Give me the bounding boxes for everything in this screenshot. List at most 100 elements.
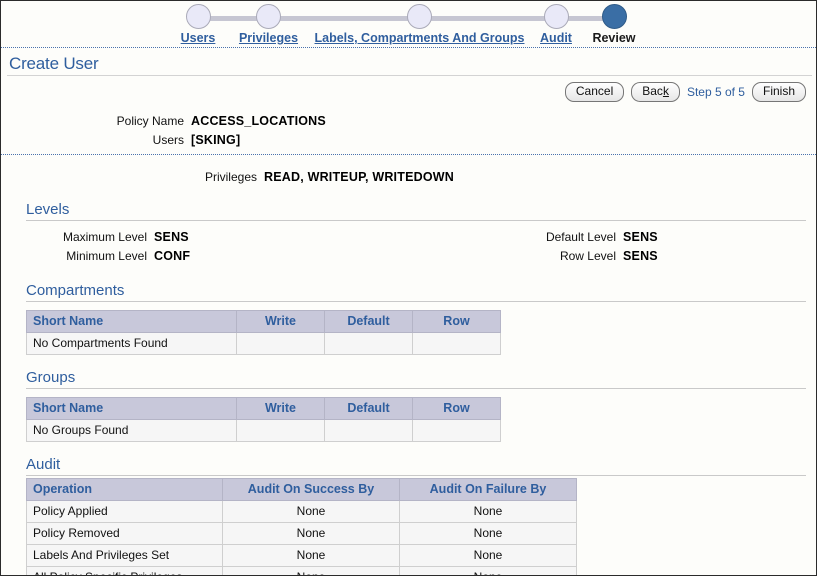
row-level-row: Row Level SENS [411, 247, 658, 266]
compartments-section: Compartments Short Name Write Default Ro… [1, 282, 816, 355]
column-header-operation[interactable]: Operation [27, 479, 223, 501]
table-row: All Policy Specific Privileges None None [27, 567, 577, 576]
table-row: Policy Applied None None [27, 501, 577, 523]
wizard-step-audit[interactable]: Audit [532, 1, 580, 45]
policy-summary: Policy Name ACCESS_LOCATIONS Users [SKIN… [1, 102, 816, 154]
cell-success: None [223, 501, 400, 523]
cell-row [413, 420, 501, 442]
step-circle-audit [544, 4, 569, 29]
wizard-step-train: Users Privileges Labels, Compartments An… [1, 1, 816, 47]
levels-section: Levels Maximum Level SENS Minimum Level … [1, 201, 816, 268]
column-header-default[interactable]: Default [325, 311, 413, 333]
maximum-level-label: Maximum Level [1, 228, 154, 247]
column-header-short-name[interactable]: Short Name [27, 311, 237, 333]
back-button-accesskey: k [663, 84, 669, 98]
cell-success: None [223, 523, 400, 545]
default-level-label: Default Level [411, 228, 623, 247]
step-label-labels-compartments-and-groups[interactable]: Labels, Compartments And Groups [312, 31, 527, 45]
cancel-button[interactable]: Cancel [565, 82, 624, 102]
groups-heading: Groups [1, 369, 816, 387]
step-label-review: Review [589, 31, 639, 45]
row-level-value: SENS [623, 247, 658, 266]
table-header-row: Short Name Write Default Row [27, 311, 501, 333]
policy-name-label: Policy Name [1, 112, 191, 131]
groups-section: Groups Short Name Write Default Row No G… [1, 369, 816, 442]
maximum-level-value: SENS [154, 228, 189, 247]
compartments-heading: Compartments [1, 282, 816, 300]
step-circle-labels-compartments-and-groups [407, 4, 432, 29]
cell-failure: None [400, 567, 577, 576]
levels-column-right: Default Level SENS Row Level SENS [411, 228, 658, 266]
users-value: [SKING] [191, 131, 240, 150]
step-circle-privileges [256, 4, 281, 29]
privileges-row: Privileges READ, WRITEUP, WRITEDOWN [1, 168, 816, 187]
default-level-row: Default Level SENS [411, 228, 658, 247]
users-label: Users [1, 131, 191, 150]
levels-heading: Levels [1, 201, 816, 219]
cell-failure: None [400, 545, 577, 567]
table-row: Policy Removed None None [27, 523, 577, 545]
wizard-step-users[interactable]: Users [177, 1, 219, 45]
cell-short-name: No Groups Found [27, 420, 237, 442]
column-header-write[interactable]: Write [237, 398, 325, 420]
wizard-button-bar: Cancel Back Step 5 of 5 Finish [1, 76, 816, 102]
table-row: No Compartments Found [27, 333, 501, 355]
column-header-row[interactable]: Row [413, 398, 501, 420]
privileges-value: READ, WRITEUP, WRITEDOWN [264, 168, 454, 187]
cell-write [237, 333, 325, 355]
levels-grid: Maximum Level SENS Minimum Level CONF De… [1, 221, 816, 268]
table-row: No Groups Found [27, 420, 501, 442]
groups-table: Short Name Write Default Row No Groups F… [26, 397, 501, 442]
policy-name-row: Policy Name ACCESS_LOCATIONS [1, 112, 816, 131]
cell-default [325, 333, 413, 355]
cell-row [413, 333, 501, 355]
step-circle-review [602, 4, 627, 29]
back-button[interactable]: Back [631, 82, 680, 102]
default-level-value: SENS [623, 228, 658, 247]
wizard-step-privileges[interactable]: Privileges [231, 1, 306, 45]
minimum-level-row: Minimum Level CONF [1, 247, 411, 266]
cell-success: None [223, 545, 400, 567]
privileges-label: Privileges [1, 168, 264, 187]
divider-middle [1, 154, 816, 155]
cell-operation: Policy Removed [27, 523, 223, 545]
row-level-label: Row Level [411, 247, 623, 266]
back-button-label: Bac [642, 84, 663, 98]
column-header-short-name[interactable]: Short Name [27, 398, 237, 420]
cell-success: None [223, 567, 400, 576]
wizard-step-labels-compartments-and-groups[interactable]: Labels, Compartments And Groups [312, 1, 527, 45]
column-header-audit-on-success-by[interactable]: Audit On Success By [223, 479, 400, 501]
groups-table-wrap: Short Name Write Default Row No Groups F… [1, 389, 816, 442]
table-header-row: Short Name Write Default Row [27, 398, 501, 420]
minimum-level-value: CONF [154, 247, 190, 266]
table-row: Labels And Privileges Set None None [27, 545, 577, 567]
page-title: Create User [9, 54, 816, 74]
column-header-write[interactable]: Write [237, 311, 325, 333]
cell-failure: None [400, 501, 577, 523]
policy-name-value: ACCESS_LOCATIONS [191, 112, 326, 131]
wizard-step-review[interactable]: Review [589, 1, 639, 45]
table-header-row: Operation Audit On Success By Audit On F… [27, 479, 577, 501]
users-row: Users [SKING] [1, 131, 816, 150]
step-label-users[interactable]: Users [177, 31, 219, 45]
page-title-area: Create User [1, 48, 816, 74]
audit-table-wrap: Operation Audit On Success By Audit On F… [1, 476, 816, 576]
column-header-default[interactable]: Default [325, 398, 413, 420]
step-counter: Step 5 of 5 [687, 85, 745, 99]
create-user-page: Users Privileges Labels, Compartments An… [0, 0, 817, 576]
finish-button[interactable]: Finish [752, 82, 806, 102]
cell-short-name: No Compartments Found [27, 333, 237, 355]
maximum-level-row: Maximum Level SENS [1, 228, 411, 247]
cell-operation: Labels And Privileges Set [27, 545, 223, 567]
audit-section: Audit Operation Audit On Success By Audi… [1, 456, 816, 576]
compartments-table: Short Name Write Default Row No Compartm… [26, 310, 501, 355]
column-header-row[interactable]: Row [413, 311, 501, 333]
cell-write [237, 420, 325, 442]
step-label-audit[interactable]: Audit [532, 31, 580, 45]
audit-table: Operation Audit On Success By Audit On F… [26, 478, 577, 576]
minimum-level-label: Minimum Level [1, 247, 154, 266]
column-header-audit-on-failure-by[interactable]: Audit On Failure By [400, 479, 577, 501]
step-circle-users [186, 4, 211, 29]
step-label-privileges[interactable]: Privileges [231, 31, 306, 45]
cell-operation: Policy Applied [27, 501, 223, 523]
